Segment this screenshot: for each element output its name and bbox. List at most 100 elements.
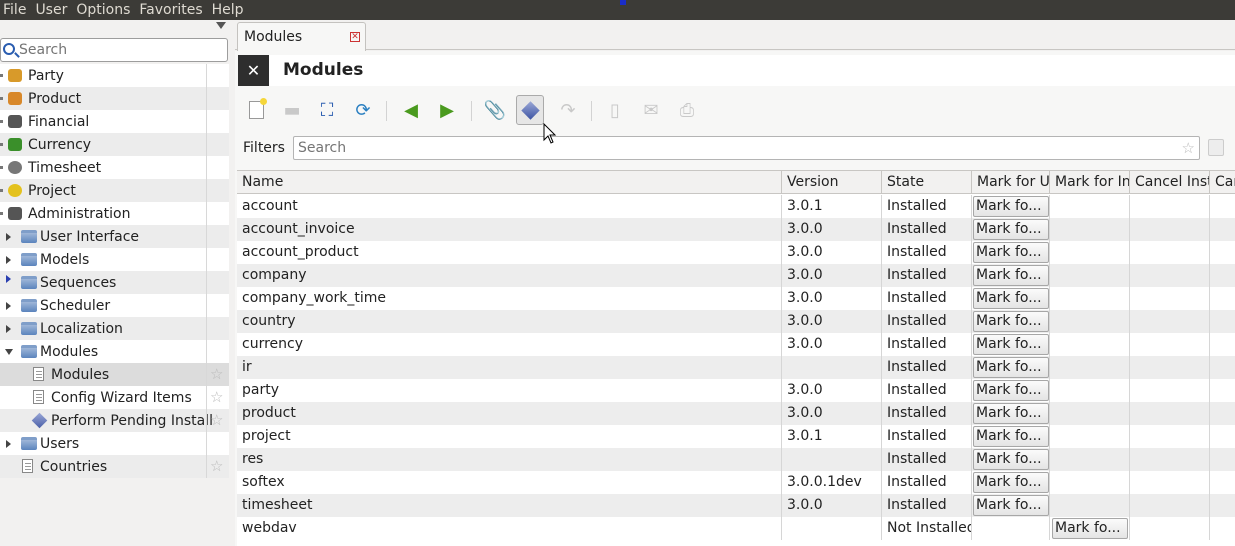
sidebar-item[interactable]: Localization xyxy=(0,317,229,340)
table-row[interactable]: account_product 3.0.0 Installed Mark fo... xyxy=(237,241,1235,264)
table-row[interactable]: company 3.0.0 Installed Mark fo... xyxy=(237,264,1235,287)
table-row[interactable]: timesheet 3.0.0 Installed Mark fo... xyxy=(237,494,1235,517)
table-row[interactable]: ir Installed Mark fo... xyxy=(237,356,1235,379)
collapsed-arrow-icon[interactable] xyxy=(6,256,11,264)
collapsed-arrow-icon[interactable] xyxy=(6,302,11,310)
mark-for-upgrade-button[interactable]: Mark fo... xyxy=(973,288,1049,309)
favorite-star-icon[interactable]: ☆ xyxy=(210,412,223,428)
attachment-button[interactable]: 📎 xyxy=(481,95,509,125)
table-row[interactable]: project 3.0.1 Installed Mark fo... xyxy=(237,425,1235,448)
column-header-version[interactable]: Version xyxy=(782,171,882,194)
mark-for-install-button[interactable]: Mark fo... xyxy=(1052,518,1128,539)
mark-for-upgrade-button[interactable]: Mark fo... xyxy=(973,403,1049,424)
sidebar-item[interactable]: Models xyxy=(0,248,229,271)
sidebar-item[interactable]: Timesheet xyxy=(0,156,229,179)
filter-field[interactable]: ☆ xyxy=(293,136,1200,160)
switch-view-button[interactable]: ⛶ xyxy=(313,95,341,125)
sidebar-item[interactable]: Party xyxy=(0,64,229,87)
tree-expander-icon[interactable] xyxy=(0,166,3,169)
sidebar-item[interactable]: Users xyxy=(0,432,229,455)
collapsed-arrow-icon[interactable] xyxy=(6,325,11,333)
sidebar-item[interactable]: Perform Pending Install ☆ xyxy=(0,409,229,432)
mark-for-upgrade-button[interactable]: Mark fo... xyxy=(973,495,1049,516)
sidebar-item[interactable]: Project xyxy=(0,179,229,202)
sidebar-search-input[interactable] xyxy=(19,41,219,59)
table-row[interactable]: account_invoice 3.0.0 Installed Mark fo... xyxy=(237,218,1235,241)
sidebar-item[interactable]: Sequences xyxy=(0,271,229,294)
tree-expander-icon[interactable] xyxy=(0,143,3,146)
relate-button[interactable]: ↷ xyxy=(554,95,582,125)
mark-for-upgrade-button[interactable]: Mark fo... xyxy=(973,357,1049,378)
menu-favorites[interactable]: Favorites xyxy=(136,0,208,20)
sidebar-item[interactable]: Product xyxy=(0,87,229,110)
mark-for-upgrade-button[interactable]: Mark fo... xyxy=(973,449,1049,470)
sidebar-item[interactable]: Countries ☆ xyxy=(0,455,229,478)
action-button[interactable] xyxy=(516,95,544,125)
close-tab-icon[interactable]: ✕ xyxy=(350,32,360,42)
next-button[interactable]: ▶ xyxy=(433,95,461,125)
column-header-state[interactable]: State xyxy=(882,171,972,194)
filter-search-input[interactable] xyxy=(298,139,1168,157)
sidebar-item[interactable]: Scheduler xyxy=(0,294,229,317)
menu-file[interactable]: File xyxy=(0,0,32,20)
tree-expander-icon[interactable] xyxy=(0,212,3,215)
mark-for-upgrade-button[interactable]: Mark fo... xyxy=(973,219,1049,240)
sidebar-item[interactable]: Currency xyxy=(0,133,229,156)
table-row[interactable]: account 3.0.1 Installed Mark fo... xyxy=(237,195,1235,218)
tree-expander-icon[interactable] xyxy=(0,74,3,77)
expanded-arrow-icon[interactable] xyxy=(5,349,13,355)
reload-button[interactable]: ⟳ xyxy=(349,95,377,125)
mark-for-upgrade-button[interactable]: Mark fo... xyxy=(973,426,1049,447)
save-button[interactable]: ▬ xyxy=(278,95,306,125)
collapsed-arrow-icon[interactable] xyxy=(6,233,11,241)
table-row[interactable]: res Installed Mark fo... xyxy=(237,448,1235,471)
report-button[interactable]: ▯ xyxy=(601,95,629,125)
table-row[interactable]: country 3.0.0 Installed Mark fo... xyxy=(237,310,1235,333)
mark-for-upgrade-button[interactable]: Mark fo... xyxy=(973,472,1049,493)
sidebar-item[interactable]: User Interface xyxy=(0,225,229,248)
collapsed-arrow-icon[interactable] xyxy=(6,275,11,283)
new-record-button[interactable] xyxy=(242,95,270,125)
tree-expander-icon[interactable] xyxy=(0,189,3,192)
previous-button[interactable]: ◀ xyxy=(397,95,425,125)
sidebar-item[interactable]: Modules xyxy=(0,340,229,363)
tree-expander-icon[interactable] xyxy=(0,120,3,123)
bookmark-star-icon[interactable]: ☆ xyxy=(1182,139,1195,157)
column-header-name[interactable]: Name xyxy=(237,171,782,194)
print-button[interactable]: ⎙ xyxy=(673,95,701,125)
column-header-cancel[interactable]: Car xyxy=(1210,171,1235,194)
cell-state: Installed xyxy=(882,402,972,425)
table-row[interactable]: product 3.0.0 Installed Mark fo... xyxy=(237,402,1235,425)
table-row[interactable]: party 3.0.0 Installed Mark fo... xyxy=(237,379,1235,402)
column-header-mark-for-install[interactable]: Mark for In xyxy=(1050,171,1130,194)
table-row[interactable]: currency 3.0.0 Installed Mark fo... xyxy=(237,333,1235,356)
bookmark-button[interactable] xyxy=(1208,139,1224,156)
column-header-mark-for-upgrade[interactable]: Mark for Up xyxy=(972,171,1050,194)
collapsed-arrow-icon[interactable] xyxy=(6,440,11,448)
sidebar-collapse-icon[interactable] xyxy=(216,22,226,29)
table-row[interactable]: softex 3.0.0.1dev Installed Mark fo... xyxy=(237,471,1235,494)
mark-for-upgrade-button[interactable]: Mark fo... xyxy=(973,334,1049,355)
tab-modules[interactable]: Modules ✕ xyxy=(237,22,366,51)
table-row[interactable]: webdav Not Installed Mark fo... xyxy=(237,517,1235,540)
mark-for-upgrade-button[interactable]: Mark fo... xyxy=(973,265,1049,286)
mark-for-upgrade-button[interactable]: Mark fo... xyxy=(973,380,1049,401)
menu-user[interactable]: User xyxy=(32,0,73,20)
email-button[interactable]: ✉ xyxy=(637,95,665,125)
favorite-star-icon[interactable]: ☆ xyxy=(210,458,223,474)
menu-help[interactable]: Help xyxy=(209,0,250,20)
mark-for-upgrade-button[interactable]: Mark fo... xyxy=(973,242,1049,263)
column-header-cancel-install[interactable]: Cancel Insta xyxy=(1130,171,1210,194)
sidebar-item[interactable]: Config Wizard Items ☆ xyxy=(0,386,229,409)
favorite-star-icon[interactable]: ☆ xyxy=(210,389,223,405)
sidebar-item[interactable]: Financial xyxy=(0,110,229,133)
menu-options[interactable]: Options xyxy=(73,0,136,20)
sidebar-search[interactable] xyxy=(0,38,228,62)
tree-expander-icon[interactable] xyxy=(0,97,3,100)
table-row[interactable]: company_work_time 3.0.0 Installed Mark fo..… xyxy=(237,287,1235,310)
mark-for-upgrade-button[interactable]: Mark fo... xyxy=(973,311,1049,332)
sidebar-item[interactable]: Modules ☆ xyxy=(0,363,229,386)
favorite-star-icon[interactable]: ☆ xyxy=(210,366,223,382)
mark-for-upgrade-button[interactable]: Mark fo... xyxy=(973,196,1049,217)
sidebar-item[interactable]: Administration xyxy=(0,202,229,225)
